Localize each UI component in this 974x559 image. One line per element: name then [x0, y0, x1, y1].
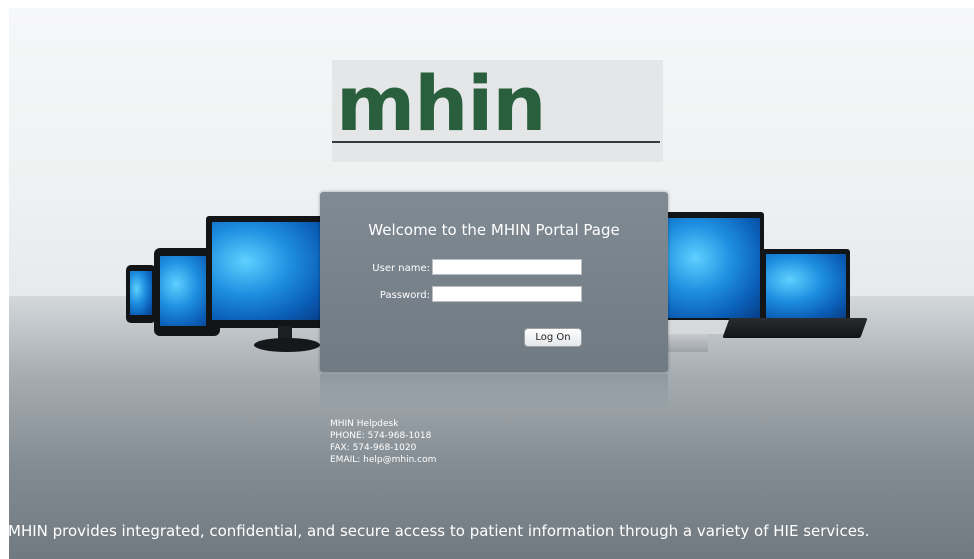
helpdesk-title: MHIN Helpdesk	[330, 419, 399, 429]
username-label: User name:	[372, 263, 430, 274]
phone-device-image	[126, 265, 156, 323]
laptop-screen	[766, 254, 846, 318]
logo-underline	[332, 141, 660, 143]
monitor-device-image	[206, 216, 328, 328]
welcome-heading: Welcome to the MHIN Portal Page	[368, 221, 620, 239]
monitor-screen	[212, 222, 324, 320]
helpdesk-info: MHIN Helpdesk PHONE: 574-968-1018 FAX: 5…	[330, 418, 436, 466]
helpdesk-phone: PHONE: 574-968-1018	[330, 431, 432, 441]
password-input[interactable]	[432, 286, 582, 302]
mhin-logo: mhin	[336, 59, 546, 148]
login-panel-reflection	[320, 374, 668, 410]
phone-screen	[130, 271, 152, 315]
helpdesk-fax: FAX: 574-968-1020	[330, 443, 417, 453]
desktop-stand	[668, 334, 708, 352]
log-on-button[interactable]: Log On	[524, 328, 582, 347]
monitor-base	[254, 338, 320, 352]
desktop-device-image	[664, 212, 764, 322]
page-background: mhin Welcome to the MHIN Portal Page Use…	[0, 0, 974, 559]
footer-tagline: MHIN provides integrated, confidential, …	[8, 522, 870, 540]
username-input[interactable]	[432, 259, 582, 275]
laptop-keyboard-base	[722, 318, 868, 338]
password-label: Password:	[379, 290, 430, 301]
helpdesk-email: EMAIL: help@mhin.com	[330, 455, 437, 465]
desktop-screen	[668, 218, 760, 318]
login-panel: Welcome to the MHIN Portal Page User nam…	[320, 192, 668, 372]
laptop-device-image	[762, 249, 850, 321]
